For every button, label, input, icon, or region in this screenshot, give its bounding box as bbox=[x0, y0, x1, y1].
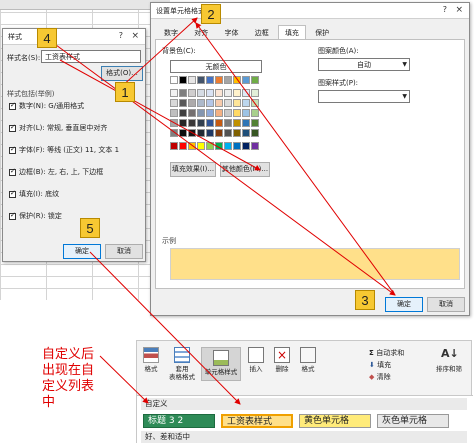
arrow-ok-to-custom-style bbox=[89, 251, 241, 405]
callout-1: 1 bbox=[115, 82, 135, 102]
callout-5: 5 bbox=[80, 218, 100, 238]
arrow-name-to-ok bbox=[51, 41, 396, 296]
callout-3: 3 bbox=[355, 290, 375, 310]
annotation-arrows bbox=[51, 17, 396, 405]
arrow-ok-to-tab bbox=[195, 22, 396, 296]
callout-2: 2 bbox=[201, 4, 221, 24]
arrow-to-more-colors bbox=[59, 59, 261, 171]
callout-4: 4 bbox=[37, 28, 57, 48]
arrow-format-to-dialog bbox=[119, 17, 198, 89]
arrow-caption-to-list bbox=[99, 355, 149, 404]
